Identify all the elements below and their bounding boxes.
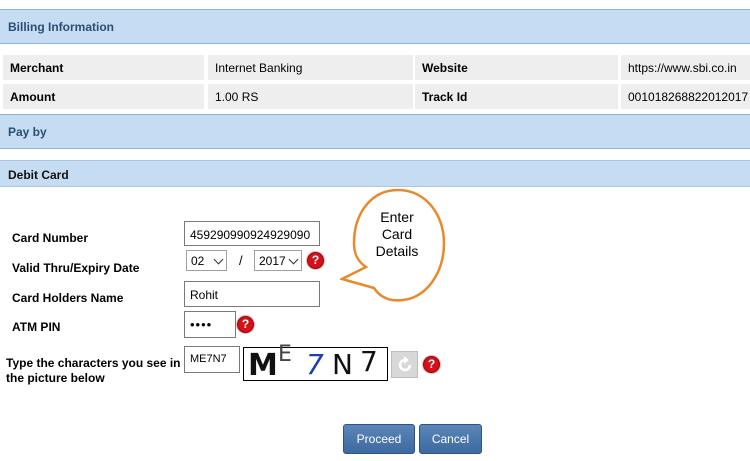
card-number-input[interactable]: 459290990924929090 (184, 221, 320, 246)
amount-value: 1.00 RS (208, 84, 413, 109)
billing-information-header: Billing Information (0, 9, 750, 44)
captcha-char: 7 (360, 345, 378, 378)
callout-line: Enter (380, 209, 414, 225)
captcha-refresh-button[interactable] (391, 351, 418, 378)
atm-pin-input[interactable]: •••• (184, 311, 236, 338)
captcha-help-icon[interactable]: ? (423, 356, 440, 373)
callout-text: Enter Card Details (352, 209, 442, 260)
website-label: Website (415, 55, 618, 80)
chevron-down-icon (288, 254, 299, 265)
expiry-help-icon[interactable]: ? (307, 252, 324, 269)
chevron-down-icon (213, 254, 224, 265)
pay-by-title: Pay by (8, 125, 47, 139)
expiry-date-label: Valid Thru/Expiry Date (12, 261, 140, 275)
captcha-label: Type the characters you see in the pictu… (6, 356, 181, 386)
merchant-label: Merchant (3, 55, 204, 80)
atm-pin-label: ATM PIN (12, 320, 61, 334)
captcha-char: E (278, 342, 292, 367)
captcha-label-line2: the picture below (6, 371, 105, 385)
card-number-label: Card Number (12, 231, 89, 245)
captcha-label-line1: Type the characters you see in (6, 356, 181, 370)
captcha-char: N (332, 348, 353, 381)
amount-label: Amount (3, 84, 204, 109)
captcha-input[interactable]: ME7N7 (184, 346, 240, 373)
debit-card-header: Debit Card (0, 160, 750, 187)
captcha-char: 7 (306, 348, 324, 381)
card-holder-name-label: Card Holders Name (12, 291, 124, 305)
callout-line: Card (381, 226, 413, 242)
expiry-year-select[interactable]: 2017 (254, 250, 302, 271)
callout-line: Details (375, 243, 419, 259)
captcha-image: M E 7 N 7 (243, 342, 388, 383)
expiry-separator: / (239, 253, 243, 268)
pay-by-header: Pay by (0, 114, 750, 149)
website-value: https://www.sbi.co.in (621, 55, 750, 80)
track-id-label: Track Id (415, 84, 618, 109)
expiry-month-value: 02 (191, 254, 205, 268)
atm-pin-help-icon[interactable]: ? (237, 316, 254, 333)
refresh-icon (398, 356, 412, 372)
cancel-button[interactable]: Cancel (419, 424, 482, 454)
captcha-char: M (248, 348, 278, 383)
billing-information-title: Billing Information (8, 20, 114, 34)
expiry-year-value: 2017 (259, 254, 286, 268)
expiry-month-select[interactable]: 02 (186, 250, 227, 271)
proceed-button[interactable]: Proceed (343, 424, 415, 454)
merchant-value: Internet Banking (208, 55, 413, 80)
debit-card-title: Debit Card (8, 168, 69, 182)
card-holder-name-input[interactable]: Rohit (184, 281, 320, 307)
track-id-value: 001018268822012017 (621, 84, 750, 109)
